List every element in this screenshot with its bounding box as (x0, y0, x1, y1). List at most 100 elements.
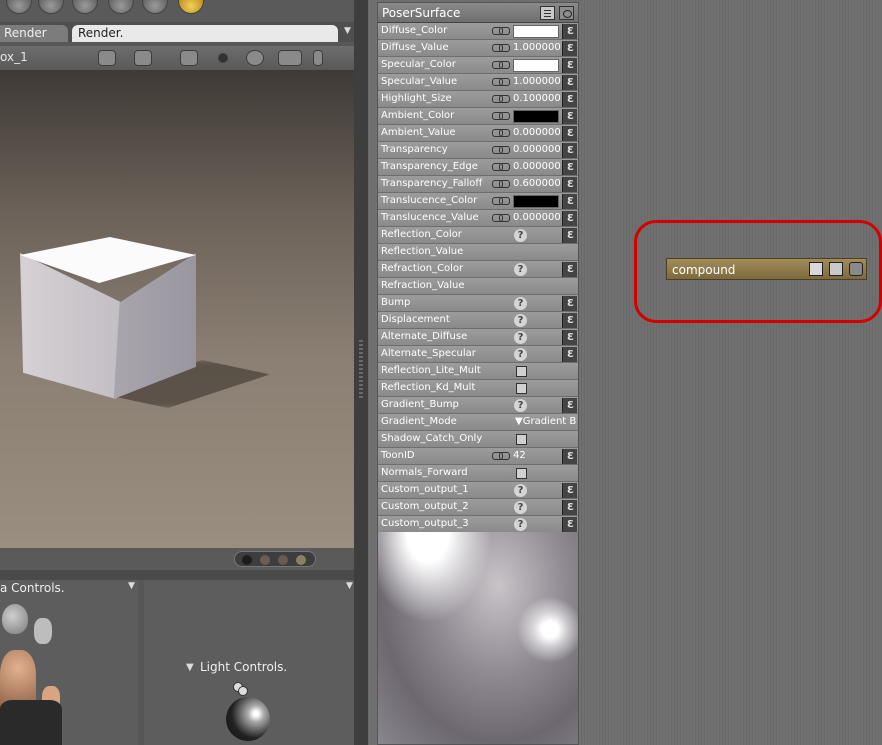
param-value[interactable]: 1.000000 (513, 42, 561, 53)
move-icon[interactable] (278, 50, 302, 66)
node-param-row[interactable]: Reflection_Color? Ɛ (378, 227, 578, 244)
panel-menu-icon[interactable]: ▼ (128, 581, 135, 591)
scale-icon[interactable] (313, 50, 323, 66)
param-value[interactable]: 0.000000 (513, 161, 561, 172)
panel-menu-icon[interactable]: ▼ (346, 581, 353, 591)
input-plug-icon[interactable]: Ɛ (562, 92, 577, 107)
link-chain-icon[interactable] (492, 197, 510, 205)
room-tab-button[interactable] (6, 0, 32, 14)
node-param-row[interactable]: Ambient_Value 0.000000 Ɛ (378, 125, 578, 142)
node-param-row[interactable]: Ambient_Color Ɛ (378, 108, 578, 125)
render-style-icon[interactable] (218, 53, 228, 63)
input-plug-icon[interactable]: Ɛ (562, 194, 577, 209)
param-value[interactable]: 0.000000 (513, 127, 561, 138)
input-plug-icon[interactable]: Ɛ (562, 228, 577, 243)
node-param-row[interactable]: Translucence_Value 0.000000 Ɛ (378, 210, 578, 227)
help-icon[interactable]: ? (514, 297, 527, 310)
color-swatch[interactable] (513, 195, 559, 208)
link-chain-icon[interactable] (492, 163, 510, 171)
room-tab-button[interactable] (108, 0, 134, 14)
flash-icon[interactable] (180, 50, 198, 66)
node-param-row[interactable]: Transparency 0.000000 Ɛ (378, 142, 578, 159)
help-icon[interactable]: ? (514, 484, 527, 497)
node-param-row[interactable]: Custom_output_1? Ɛ (378, 482, 578, 499)
face-camera-icon[interactable] (2, 604, 28, 634)
node-param-row[interactable]: Diffuse_Value 1.000000 Ɛ (378, 40, 578, 57)
input-plug-icon[interactable]: Ɛ (562, 517, 577, 532)
input-plug-icon[interactable]: Ɛ (562, 143, 577, 158)
link-chain-icon[interactable] (492, 78, 510, 86)
input-plug-icon[interactable]: Ɛ (562, 347, 577, 362)
display-dot[interactable] (260, 555, 270, 565)
node-param-row[interactable]: Highlight_Size 0.100000 Ɛ (378, 91, 578, 108)
tab-render-active[interactable]: Render. (72, 25, 338, 42)
poser-surface-node[interactable]: PoserSurface Diffuse_Color Ɛ Diffuse_Value… (377, 2, 579, 745)
input-plug-icon[interactable]: Ɛ (562, 24, 577, 39)
camera-name-label[interactable]: ox_1 (0, 50, 28, 64)
node-param-row[interactable]: Custom_output_2? Ɛ (378, 499, 578, 516)
node-header[interactable]: PoserSurface (378, 3, 578, 23)
light-sphere-control[interactable] (226, 697, 270, 741)
node-param-row[interactable]: Displacement? Ɛ (378, 312, 578, 329)
input-plug-icon[interactable]: Ɛ (562, 296, 577, 311)
param-value[interactable]: 0.000000 (513, 144, 561, 155)
link-chain-icon[interactable] (492, 214, 510, 222)
node-param-row[interactable]: Alternate_Specular? Ɛ (378, 346, 578, 363)
node-param-row[interactable]: ToonID 42 Ɛ (378, 448, 578, 465)
help-icon[interactable]: ? (514, 348, 527, 361)
input-plug-icon[interactable]: Ɛ (562, 500, 577, 515)
camera-select-icon[interactable] (134, 50, 152, 66)
node-param-row[interactable]: Bump? Ɛ (378, 295, 578, 312)
node-param-row[interactable]: Custom_output_3? Ɛ (378, 516, 578, 533)
link-chain-icon[interactable] (492, 95, 510, 103)
panel-divider[interactable] (0, 570, 354, 580)
input-plug-icon[interactable]: Ɛ (562, 58, 577, 73)
panel-menu-icon[interactable]: ▼ (344, 26, 351, 36)
display-dot[interactable] (242, 555, 252, 565)
node-param-row[interactable]: Gradient_Bump? Ɛ (378, 397, 578, 414)
node-param-row[interactable]: Shadow_Catch_Only (378, 431, 578, 448)
compound-enter-icon[interactable] (809, 262, 823, 276)
param-checkbox[interactable] (516, 366, 527, 377)
node-param-row[interactable]: Diffuse_Color Ɛ (378, 23, 578, 40)
color-swatch[interactable] (513, 25, 559, 38)
tab-render[interactable]: Render (0, 25, 68, 42)
input-plug-icon[interactable]: Ɛ (562, 177, 577, 192)
param-dropdown[interactable]: ▼Gradient B (515, 416, 576, 427)
light-controls-dropdown-icon[interactable]: ▼ (186, 662, 194, 673)
input-plug-icon[interactable]: Ɛ (562, 483, 577, 498)
room-tab-button[interactable] (38, 0, 64, 14)
param-value[interactable]: 0.100000 (513, 93, 561, 104)
input-plug-icon[interactable]: Ɛ (562, 330, 577, 345)
node-param-row[interactable]: Refraction_Color? Ɛ (378, 261, 578, 278)
help-icon[interactable]: ? (514, 229, 527, 242)
panel-scrollbar[interactable] (354, 0, 368, 745)
node-param-row[interactable]: Gradient_Mode ▼Gradient B (378, 414, 578, 431)
node-param-row[interactable]: Alternate_Diffuse? Ɛ (378, 329, 578, 346)
help-icon[interactable]: ? (514, 518, 527, 531)
preview-eye-icon[interactable] (559, 6, 574, 20)
help-icon[interactable]: ? (514, 331, 527, 344)
compound-node[interactable]: compound (666, 258, 867, 280)
camera-icon[interactable] (98, 50, 116, 66)
input-plug-icon[interactable]: Ɛ (562, 211, 577, 226)
link-chain-icon[interactable] (492, 129, 510, 137)
param-value[interactable]: 42 (513, 450, 526, 461)
help-icon[interactable]: ? (514, 501, 527, 514)
node-param-row[interactable]: Translucence_Color Ɛ (378, 193, 578, 210)
rotate-icon[interactable] (246, 50, 264, 66)
input-plug-icon[interactable]: Ɛ (562, 449, 577, 464)
help-icon[interactable]: ? (514, 263, 527, 276)
node-param-row[interactable]: Specular_Value 1.000000 Ɛ (378, 74, 578, 91)
link-chain-icon[interactable] (492, 112, 510, 120)
help-icon[interactable]: ? (514, 314, 527, 327)
input-plug-icon[interactable]: Ɛ (562, 160, 577, 175)
node-param-row[interactable]: Transparency_Falloff 0.600000 Ɛ (378, 176, 578, 193)
scrollbar-grip[interactable] (359, 340, 363, 400)
param-value[interactable]: 0.600000 (513, 178, 561, 189)
param-checkbox[interactable] (516, 383, 527, 394)
link-chain-icon[interactable] (492, 180, 510, 188)
link-chain-icon[interactable] (492, 61, 510, 69)
param-value[interactable]: 0.000000 (513, 212, 561, 223)
param-value[interactable]: 1.000000 (513, 76, 561, 87)
